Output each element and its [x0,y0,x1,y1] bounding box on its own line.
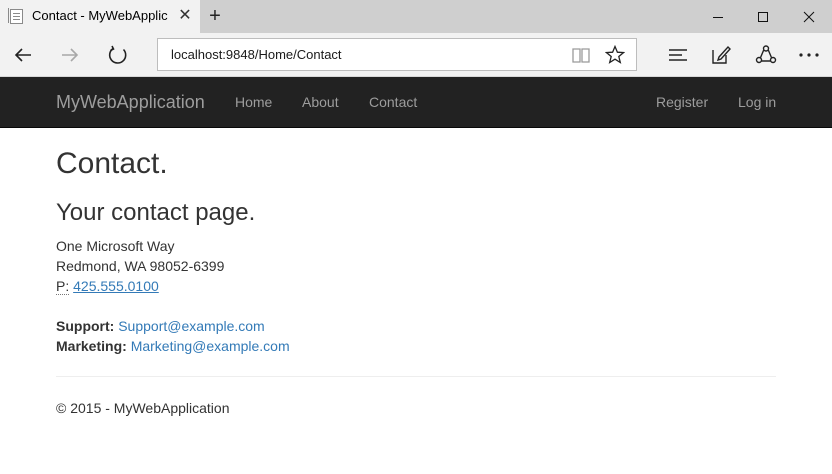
nav-link-about[interactable]: About [302,94,339,110]
nav-link-login[interactable]: Log in [738,94,776,110]
support-label: Support: [56,318,115,334]
refresh-icon[interactable] [102,39,134,71]
marketing-label: Marketing: [56,338,127,354]
new-tab-button[interactable]: + [204,6,226,28]
back-icon[interactable] [7,39,39,71]
more-icon[interactable] [793,39,825,71]
share-icon[interactable] [750,39,782,71]
marketing-email-link[interactable]: Marketing@example.com [131,338,290,354]
support-email-link[interactable]: Support@example.com [118,318,265,334]
maximize-icon[interactable] [740,0,786,33]
browser-tab[interactable]: Contact - MyWebApplic ✕ [0,0,200,33]
nav-link-register[interactable]: Register [656,94,708,110]
forward-icon[interactable] [54,39,86,71]
site-navbar: MyWebApplication Home About Contact Regi… [0,77,832,128]
support-line: Support: Support@example.com [56,316,265,336]
tab-title: Contact - MyWebApplic [32,8,168,23]
navbar-brand[interactable]: MyWebApplication [56,92,205,113]
address-url: localhost:9848/Home/Contact [171,47,342,62]
address-line-2: Redmond, WA 98052-6399 [56,258,225,274]
browser-toolbar: localhost:9848/Home/Contact [0,33,832,77]
nav-link-contact[interactable]: Contact [369,94,417,110]
page-favicon-icon [8,8,23,24]
footer-divider [56,376,776,377]
close-window-icon[interactable] [786,0,832,33]
address-line-1: One Microsoft Way [56,238,175,254]
page-title: Contact. [56,147,168,180]
phone-link[interactable]: 425.555.0100 [73,278,159,294]
phone-label: P: [56,278,70,295]
browser-tab-bar: Contact - MyWebApplic ✕ + [0,0,832,33]
close-tab-icon[interactable]: ✕ [176,7,194,25]
hub-icon[interactable] [662,39,694,71]
reading-view-icon[interactable] [569,43,593,67]
address-bar[interactable]: localhost:9848/Home/Contact [157,38,637,71]
nav-link-home[interactable]: Home [235,94,272,110]
minimize-icon[interactable] [695,0,741,33]
footer-text: © 2015 - MyWebApplication [56,400,230,416]
web-note-icon[interactable] [705,39,737,71]
page-subtitle: Your contact page. [56,199,256,226]
marketing-line: Marketing: Marketing@example.com [56,336,290,356]
phone-line: P: 425.555.0100 [56,276,159,296]
favorite-star-icon[interactable] [603,43,627,67]
